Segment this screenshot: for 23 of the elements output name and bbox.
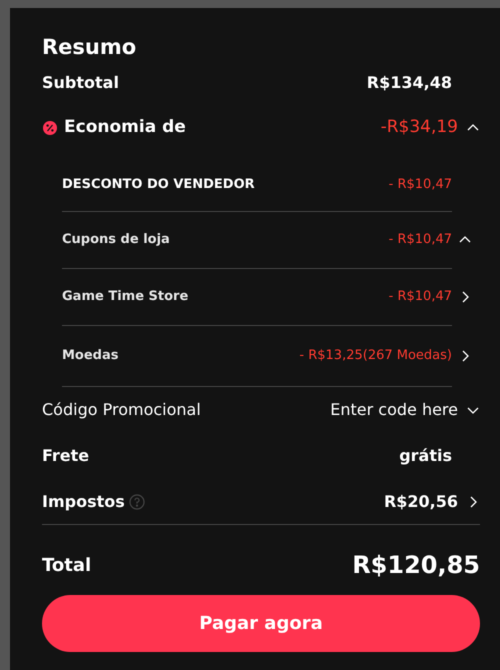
discount-value: - R$10,47 xyxy=(388,176,452,194)
savings-value: -R$34,19 xyxy=(380,116,458,140)
promo-code-field[interactable]: Enter code here xyxy=(308,398,458,422)
discount-icon xyxy=(42,120,58,136)
savings-label: Economia de xyxy=(64,116,186,140)
discount-label: DESCONTO DO VENDEDOR xyxy=(62,176,255,194)
taxes-label: Impostos xyxy=(42,490,125,512)
shipping-label: Frete xyxy=(42,445,90,467)
shipping-value: grátis xyxy=(399,445,452,467)
total-value: R$120,85 xyxy=(352,550,480,581)
discount-label: Moedas xyxy=(62,347,119,366)
summary-title: Resumo xyxy=(42,34,138,61)
promo-code-label: Código Promocional xyxy=(42,399,201,421)
pay-now-button[interactable]: Pagar agora xyxy=(42,595,480,652)
taxes-value: R$20,56 xyxy=(384,490,458,512)
discount-value: - R$10,47 xyxy=(388,288,452,306)
total-label: Total xyxy=(42,554,92,578)
discount-label: Cupons de loja xyxy=(62,231,170,250)
discount-value: - R$10,47 xyxy=(388,231,452,250)
subtotal-label: Subtotal xyxy=(42,72,119,94)
subtotal-value: R$134,48 xyxy=(366,72,452,94)
discount-value: - R$13,25(267 Moedas) xyxy=(299,347,452,366)
discount-label: Game Time Store xyxy=(62,288,188,306)
